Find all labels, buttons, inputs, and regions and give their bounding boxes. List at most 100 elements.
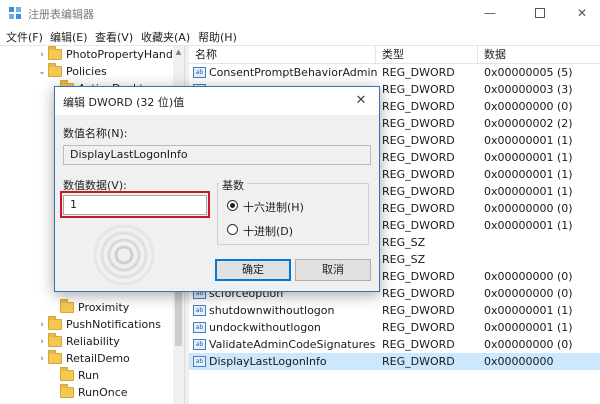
registry-value-icon: ab (193, 356, 206, 367)
value-type-cell: REG_DWORD (382, 219, 455, 232)
value-type-cell: REG_DWORD (382, 83, 455, 96)
chevron-down-icon[interactable]: ⌄ (36, 67, 48, 77)
table-row[interactable]: ab DisplayLastLogonInfo REG_DWORD 0x0000000… (189, 353, 600, 370)
minimize-icon: — (484, 6, 496, 20)
value-data-cell: 0x00000001 (1) (484, 134, 573, 147)
value-name-cell: undockwithoutlogon (209, 321, 321, 334)
value-type-cell: REG_DWORD (382, 134, 455, 147)
menu-view[interactable]: 查看(V) (95, 29, 133, 45)
dialog-title: 编辑 DWORD (32 位)值 (63, 96, 185, 109)
tree-item-label: PhotoPropertyHand (66, 48, 173, 61)
tree-item[interactable]: Proximity (48, 299, 129, 316)
value-name-cell: shutdownwithoutlogon (209, 304, 335, 317)
value-type-cell: REG_SZ (382, 253, 426, 266)
table-row[interactable]: ab ConsentPromptBehaviorAdmin REG_DWORD 0x0… (189, 64, 600, 81)
menu-file[interactable]: 文件(F) (6, 29, 43, 45)
registry-value-icon: ab (193, 305, 206, 316)
column-header-data[interactable]: 数据 (478, 46, 600, 64)
hex-radio-label[interactable]: 十六进制(H) (243, 199, 304, 215)
value-data-cell: 0x00000001 (1) (484, 219, 573, 232)
column-header-type[interactable]: 类型 (376, 46, 478, 64)
close-window-button[interactable]: ✕ (560, 0, 600, 26)
folder-icon (48, 350, 62, 364)
tree-item[interactable]: › Reliability (36, 333, 120, 350)
tree-item[interactable]: › RetailDemo (36, 350, 130, 367)
value-data-cell: 0x00000001 (1) (484, 304, 573, 317)
value-data-cell: 0x00000000 (0) (484, 202, 573, 215)
registry-value-icon: ab (193, 67, 206, 78)
folder-icon (48, 333, 62, 347)
highlight-box (60, 191, 210, 218)
scroll-up-icon[interactable]: ▲ (173, 46, 184, 58)
value-data-cell: 0x00000001 (1) (484, 321, 573, 334)
menu-edit[interactable]: 编辑(E) (50, 29, 88, 45)
value-type-cell: REG_DWORD (382, 202, 455, 215)
dialog-title-bar: 编辑 DWORD (32 位)值 ✕ (55, 87, 379, 115)
value-type-cell: REG_DWORD (382, 287, 455, 300)
value-data-cell: 0x00000000 (0) (484, 338, 573, 351)
value-type-cell: REG_DWORD (382, 338, 455, 351)
tree-item-label: PushNotifications (66, 318, 161, 331)
folder-icon (60, 367, 74, 381)
table-row[interactable]: ab shutdownwithoutlogon REG_DWORD 0x0000000… (189, 302, 600, 319)
close-icon: ✕ (576, 6, 588, 20)
column-header-name[interactable]: 名称 (189, 46, 376, 64)
registry-value-icon: ab (193, 339, 206, 350)
minimize-button[interactable]: — (468, 0, 512, 26)
dialog-close-icon[interactable]: ✕ (349, 90, 373, 112)
maximize-icon (535, 8, 545, 18)
chevron-right-icon[interactable]: › (36, 50, 48, 60)
chevron-right-icon[interactable]: › (36, 337, 48, 347)
value-data-cell: 0x00000000 (0) (484, 270, 573, 283)
value-type-cell: REG_DWORD (382, 185, 455, 198)
value-type-cell: REG_SZ (382, 236, 426, 249)
menu-bar: 文件(F) 编辑(E) 查看(V) 收藏夹(A) 帮助(H) (0, 26, 600, 46)
value-type-cell: REG_DWORD (382, 321, 455, 334)
value-name-cell: DisplayLastLogonInfo (209, 355, 327, 368)
maximize-button[interactable] (518, 0, 562, 26)
value-data-cell: 0x00000000 (0) (484, 287, 573, 300)
ok-button[interactable]: 确定 (215, 259, 291, 281)
tree-item[interactable]: › PhotoPropertyHand (36, 46, 173, 63)
tree-item-label: Run (78, 369, 100, 382)
value-name-field: DisplayLastLogonInfo (63, 145, 371, 165)
value-data-cell: 0x00000005 (5) (484, 66, 573, 79)
value-type-cell: REG_DWORD (382, 151, 455, 164)
tree-item-label: Reliability (66, 335, 120, 348)
tree-item[interactable]: ⌄ Policies (36, 63, 107, 80)
value-name-cell: ValidateAdminCodeSignatures (209, 338, 376, 351)
value-type-cell: REG_DWORD (382, 117, 455, 130)
title-bar: 注册表编辑器 — ✕ (0, 0, 600, 26)
tree-item-label: RetailDemo (66, 352, 130, 365)
menu-favorites[interactable]: 收藏夹(A) (141, 29, 190, 45)
tree-item[interactable]: Run (48, 367, 99, 384)
list-header: 名称 类型 数据 (189, 46, 600, 64)
chevron-right-icon[interactable]: › (36, 354, 48, 364)
decimal-radio-label[interactable]: 十进制(D) (243, 223, 293, 239)
table-row[interactable]: ab undockwithoutlogon REG_DWORD 0x00000001 … (189, 319, 600, 336)
registry-value-icon: ab (193, 322, 206, 333)
tree-item-label: Proximity (78, 301, 130, 314)
tree-item[interactable]: RunOnce (48, 384, 128, 401)
cancel-button[interactable]: 取消 (295, 259, 371, 281)
value-type-cell: REG_DWORD (382, 355, 455, 368)
folder-icon (48, 316, 62, 330)
value-data-cell: 0x00000000 (484, 355, 554, 368)
value-type-cell: REG_DWORD (382, 270, 455, 283)
tree-item-label: RunOnce (78, 386, 128, 399)
value-data-cell: 0x00000000 (0) (484, 100, 573, 113)
regedit-app-icon (9, 7, 21, 19)
hex-radio[interactable] (227, 200, 238, 211)
window-title: 注册表编辑器 (28, 8, 94, 21)
tree-item[interactable]: › PushNotifications (36, 316, 161, 333)
value-data-cell: 0x00000001 (1) (484, 151, 573, 164)
folder-icon (60, 299, 74, 313)
table-row[interactable]: ab ValidateAdminCodeSignatures REG_DWORD 0x… (189, 336, 600, 353)
value-data-cell: 0x00000001 (1) (484, 168, 573, 181)
value-type-cell: REG_DWORD (382, 100, 455, 113)
chevron-right-icon[interactable]: › (36, 320, 48, 330)
menu-help[interactable]: 帮助(H) (198, 29, 237, 45)
value-type-cell: REG_DWORD (382, 66, 455, 79)
value-type-cell: REG_DWORD (382, 168, 455, 181)
decimal-radio[interactable] (227, 224, 238, 235)
